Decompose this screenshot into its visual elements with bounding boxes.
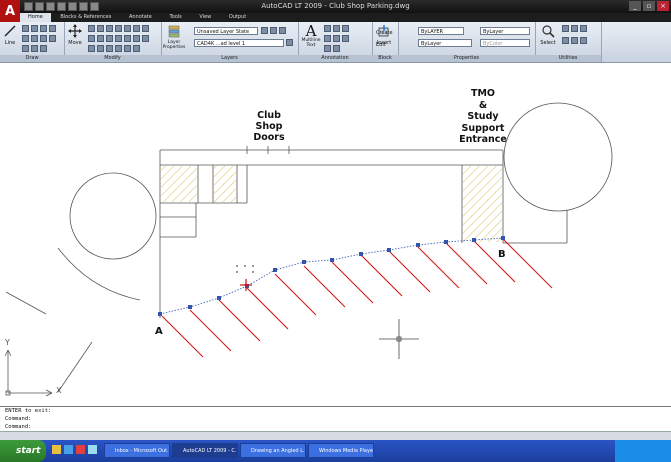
draw-tools-row1[interactable] <box>22 25 56 32</box>
panel-annotation: A Multiline Text Annotation <box>298 22 373 62</box>
layer-tools-row2[interactable] <box>286 39 293 46</box>
ucs-icon <box>4 349 53 397</box>
panel-label-properties: Properties <box>398 55 535 62</box>
panel-label-utilities: Utilities <box>535 55 601 62</box>
layers-icon <box>168 25 180 38</box>
modify-tools-row3[interactable] <box>88 45 140 52</box>
panel-utilities: Select Utilities <box>535 22 602 62</box>
panel-label-layers: Layers <box>161 55 298 62</box>
hatched-area-right <box>463 166 502 242</box>
utilities-tools-row1[interactable] <box>562 25 587 32</box>
panel-modify: Move Modify <box>64 22 162 62</box>
panel-layers: Layer Properties Unsaved Layer State CAD… <box>161 22 299 62</box>
line-misc-2 <box>57 341 93 393</box>
create-block-button[interactable]: Create <box>376 30 394 36</box>
line-button[interactable]: Line <box>2 24 18 46</box>
move-label: Move <box>68 40 82 46</box>
circle-left <box>69 172 157 260</box>
move-icon <box>68 24 82 38</box>
lineweight-dropdown[interactable]: ByLayer <box>480 27 530 35</box>
arc-left <box>57 247 141 301</box>
taskbar-item-autocad[interactable]: AutoCAD LT 2009 - C... <box>172 443 238 458</box>
command-history-line-2: Command: <box>5 416 32 422</box>
maximize-button[interactable]: ▫ <box>643 1 655 11</box>
command-input[interactable]: Command: <box>0 423 671 431</box>
drawing-area[interactable] <box>0 63 671 406</box>
layer-properties-label: Layer Properties <box>162 40 186 50</box>
crosshair-cursor <box>379 319 419 359</box>
annotation-tools-row1[interactable] <box>324 25 349 32</box>
edit-block-button[interactable]: Edit <box>376 42 394 48</box>
minimize-button[interactable]: _ <box>629 1 641 11</box>
tab-home[interactable]: Home <box>20 13 51 22</box>
layer-dropdown[interactable]: CAD4K ...ad level 1 <box>194 39 284 47</box>
label-club-shop-doors: Club Shop Doors <box>253 110 285 143</box>
label-tmo-entrance: TMO & Study Support Entrance <box>459 88 507 145</box>
annotation-tools-row3[interactable] <box>324 45 340 52</box>
point-b-label: B <box>498 249 506 260</box>
tab-annotate[interactable]: Annotate <box>121 13 160 22</box>
cursor-marker <box>240 279 252 291</box>
ucs-x-label: X <box>56 386 62 395</box>
line-icon <box>4 25 16 37</box>
system-tray <box>615 440 671 462</box>
windows-taskbar: start Inbox - Microsoft Out... AutoCAD L… <box>0 440 671 462</box>
ucs-y-label: Y <box>5 338 10 347</box>
cursor-dots <box>236 265 254 273</box>
tab-tools[interactable]: Tools <box>161 13 189 22</box>
line-label: Line <box>4 40 16 46</box>
magnifier-icon <box>542 25 555 38</box>
quick-launch[interactable] <box>52 445 97 454</box>
command-history-line-1: ENTER to exit: <box>5 408 52 414</box>
annotation-tools-row2[interactable] <box>324 35 349 42</box>
tab-view[interactable]: View <box>191 13 219 22</box>
start-button[interactable]: start <box>0 440 46 462</box>
modify-tools-row1[interactable] <box>88 25 149 32</box>
draw-tools-row3[interactable] <box>22 45 47 52</box>
tab-output[interactable]: Output <box>221 13 254 22</box>
layer-state-dropdown[interactable]: Unsaved Layer State <box>194 27 258 35</box>
modify-tools-row2[interactable] <box>88 35 149 42</box>
hatched-area-middle <box>214 166 236 202</box>
panel-label-annotation: Annotation <box>298 55 372 62</box>
ribbon: Line Draw Move Modify Layer Properties U… <box>0 22 671 63</box>
circle-right <box>503 102 613 212</box>
taskbar-item-drawing[interactable]: Drawing an Angled L... <box>240 443 306 458</box>
point-a-label: A <box>155 326 163 337</box>
ribbon-tabs: Home Blocks & References Annotate Tools … <box>20 13 671 22</box>
hatched-area-left <box>161 166 197 202</box>
layer-properties-button[interactable]: Layer Properties <box>162 24 186 50</box>
multiline-text-label: Multiline Text <box>301 38 321 48</box>
window-title: AutoCAD LT 2009 - Club Shop Parking.dwg <box>261 2 410 10</box>
linetype-dropdown[interactable]: ByLayer <box>418 39 472 47</box>
panel-label-draw: Draw <box>0 55 64 62</box>
panel-label-block: Block <box>372 55 398 62</box>
draw-tools-row2[interactable] <box>22 35 56 42</box>
select-label: Select <box>540 40 556 46</box>
text-icon: A <box>305 22 317 40</box>
taskbar-item-inbox[interactable]: Inbox - Microsoft Out... <box>104 443 170 458</box>
select-button[interactable]: Select <box>537 24 559 46</box>
plotstyle-dropdown[interactable]: ByColor <box>480 39 530 47</box>
drawing-canvas[interactable]: Club Shop Doors TMO & Study Support Entr… <box>0 63 671 406</box>
title-bar: AutoCAD LT 2009 - Club Shop Parking.dwg … <box>0 0 671 13</box>
move-button[interactable]: Move <box>66 24 84 46</box>
layer-tools-row1[interactable] <box>261 27 286 34</box>
command-window: ENTER to exit: Command: Command: <box>0 406 671 432</box>
utilities-tools-row2[interactable] <box>562 37 587 44</box>
line-misc <box>5 291 47 315</box>
color-dropdown[interactable]: ByLAYER <box>418 27 464 35</box>
selected-spline[interactable] <box>159 237 504 315</box>
panel-draw: Line Draw <box>0 22 65 62</box>
close-button[interactable]: × <box>657 1 669 11</box>
panel-label-modify: Modify <box>64 55 161 62</box>
spline-grips[interactable] <box>158 236 505 316</box>
tab-blocks-references[interactable]: Blocks & References <box>52 13 119 22</box>
multiline-text-button[interactable]: A Multiline Text <box>300 22 322 49</box>
taskbar-item-media-player[interactable]: Windows Media Player <box>308 443 374 458</box>
panel-properties: ByLAYER ByLayer ByLayer ByColor Properti… <box>398 22 536 62</box>
